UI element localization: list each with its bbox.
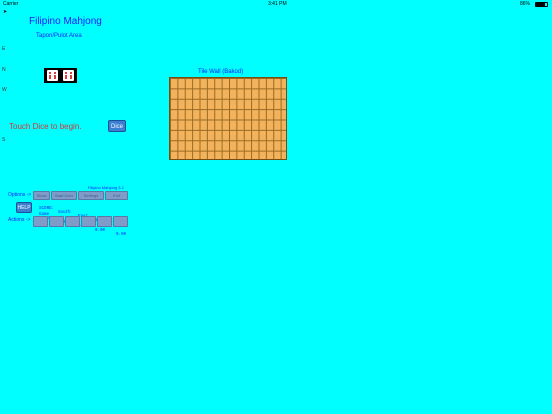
start-prompt: Touch Dice to begin. [9, 122, 82, 131]
carrier-label: Carrier [3, 1, 19, 7]
option-button-start-over[interactable]: Start Over [51, 191, 77, 200]
location-arrow-icon: ➤ [3, 9, 8, 15]
score-north: 0.00 [95, 229, 106, 233]
action-button-3[interactable] [65, 216, 80, 227]
direction-south: S [2, 137, 6, 143]
status-bar: Carrier 3:41 PM 86% [0, 0, 552, 9]
option-button-show[interactable]: Show [33, 191, 50, 200]
score-header-south: South [58, 211, 71, 215]
dice-display[interactable] [44, 68, 77, 83]
tile-wall [169, 77, 287, 160]
clock: 3:41 PM [268, 1, 287, 7]
battery-percent: 86% [519, 1, 530, 7]
action-button-1[interactable] [33, 216, 48, 227]
direction-north: N [2, 67, 6, 73]
discard-area-label: Tapon/Pulot Area [36, 33, 82, 39]
direction-east: E [2, 46, 6, 52]
battery-icon [535, 2, 548, 7]
tile-wall-label: Tile Wall (Bakod) [198, 69, 244, 75]
action-button-5[interactable] [97, 216, 112, 227]
die-right [63, 70, 74, 81]
option-button-settings[interactable]: Settings [78, 191, 104, 200]
actions-label: Actions -> [8, 217, 31, 223]
die-left [47, 70, 58, 81]
action-button-2[interactable] [49, 216, 64, 227]
app-title: Filipino Mahjong [29, 16, 102, 27]
option-button-exit[interactable]: Exit [105, 191, 128, 200]
version-label: Filipino Mahjong 3.2 [88, 185, 124, 190]
dice-button[interactable]: Dice [108, 120, 126, 132]
action-button-6[interactable] [113, 216, 128, 227]
score-west: 0.00 [116, 233, 127, 237]
direction-west: W [2, 87, 7, 93]
options-label: Options -> [8, 192, 32, 198]
action-button-4[interactable] [81, 216, 96, 227]
help-button[interactable]: HELP [16, 202, 32, 213]
